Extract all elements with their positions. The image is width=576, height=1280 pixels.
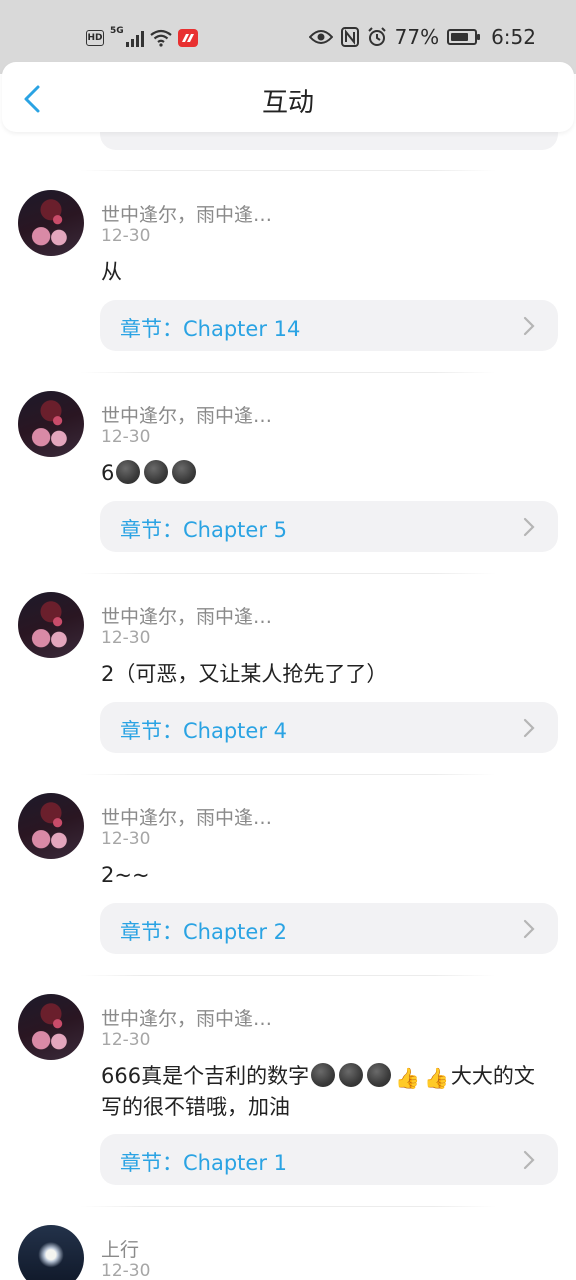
chapter-label: 章节：Chapter 14 [120, 317, 301, 341]
avatar[interactable] [18, 592, 84, 658]
status-right-icons: 77% 6:52 [308, 24, 536, 50]
comment-date: 12-30 [101, 829, 151, 849]
divider [80, 774, 496, 775]
eye-icon [308, 30, 333, 44]
status-left-icons: HD 5G [86, 26, 198, 50]
clock-time: 6:52 [491, 25, 536, 49]
thumbs-up-emoji-icon: 👍 [395, 1066, 420, 1090]
smirk-emoji-icon [144, 460, 169, 484]
avatar[interactable] [18, 391, 84, 457]
nfc-icon [340, 27, 359, 47]
thumbs-up-emoji-icon: 👍 [424, 1066, 449, 1090]
smirk-emoji-icon [367, 1063, 392, 1087]
username[interactable]: 上行 [101, 1235, 139, 1262]
chapter-label: 章节：Chapter 4 [120, 719, 287, 743]
username[interactable]: 世中逢尔，雨中逢… [101, 200, 272, 227]
comment-date: 12-30 [101, 628, 151, 648]
avatar[interactable] [18, 793, 84, 859]
comment-text: 从 [101, 260, 122, 284]
comment-feed[interactable]: 世中逢尔，雨中逢… 12-30 从 章节：Chapter 14 世中逢尔，雨中逢… [0, 132, 576, 1280]
battery-percent: 77% [394, 25, 440, 49]
page-title: 互动 [261, 88, 314, 118]
cell-signal-icon [125, 29, 144, 47]
chapter-label: 章节：Chapter 1 [120, 1151, 287, 1175]
comment-date: 12-30 [101, 1261, 151, 1280]
comment-text: 2（可恶，又让某人抢先了了） [101, 662, 388, 686]
navigation-bar: 互动 [2, 62, 574, 132]
comment-text-prefix: 666真是个吉利的数字 [101, 1064, 310, 1088]
username[interactable]: 世中逢尔，雨中逢… [101, 602, 272, 629]
alarm-icon [367, 27, 386, 46]
avatar[interactable] [18, 1225, 84, 1280]
smirk-emoji-icon [116, 460, 141, 484]
wifi-icon [149, 29, 172, 47]
chapter-link-card[interactable]: 章节：Chapter 14 [100, 300, 558, 351]
chapter-link-card[interactable]: 章节：Chapter 5 [100, 501, 558, 552]
chevron-right-icon [523, 718, 535, 738]
network-type-label: 5G [110, 26, 124, 36]
chevron-right-icon [523, 919, 535, 939]
chapter-link-card[interactable]: 章节：Chapter 1 [100, 1134, 558, 1185]
battery-icon [447, 29, 481, 45]
comment-text-prefix: 6 [101, 461, 115, 485]
chapter-label: 章节：Chapter 2 [120, 920, 287, 944]
comment-text: 666真是个吉利的数字 👍 👍大大的文写的很不错哦，加油 [101, 1062, 553, 1122]
divider [80, 975, 496, 976]
comment-text: 6 [101, 459, 553, 488]
app-notification-icon [177, 29, 198, 47]
username[interactable]: 世中逢尔，雨中逢… [101, 1004, 272, 1031]
smirk-emoji-icon [339, 1063, 364, 1087]
username[interactable]: 世中逢尔，雨中逢… [101, 401, 272, 428]
avatar[interactable] [18, 994, 84, 1060]
chapter-label: 章节：Chapter 5 [120, 518, 287, 542]
comment-date: 12-30 [101, 427, 151, 447]
smirk-emoji-icon [172, 460, 197, 484]
smirk-emoji-icon [311, 1063, 336, 1087]
avatar[interactable] [18, 190, 84, 256]
chevron-right-icon [523, 1150, 535, 1170]
hd-icon: HD [86, 30, 104, 46]
chapter-link-card-partial[interactable] [100, 132, 558, 150]
comment-text: 2~~ [101, 863, 150, 887]
comment-date: 12-30 [101, 1030, 151, 1050]
chapter-link-card[interactable]: 章节：Chapter 4 [100, 702, 558, 753]
chevron-right-icon [523, 316, 535, 336]
divider [80, 573, 496, 574]
chevron-right-icon [523, 517, 535, 537]
chapter-link-card[interactable]: 章节：Chapter 2 [100, 903, 558, 954]
divider [80, 170, 496, 171]
username[interactable]: 世中逢尔，雨中逢… [101, 803, 272, 830]
divider [80, 372, 496, 373]
divider [80, 1206, 496, 1207]
battery-level-fill [451, 33, 469, 41]
comment-date: 12-30 [101, 226, 151, 246]
